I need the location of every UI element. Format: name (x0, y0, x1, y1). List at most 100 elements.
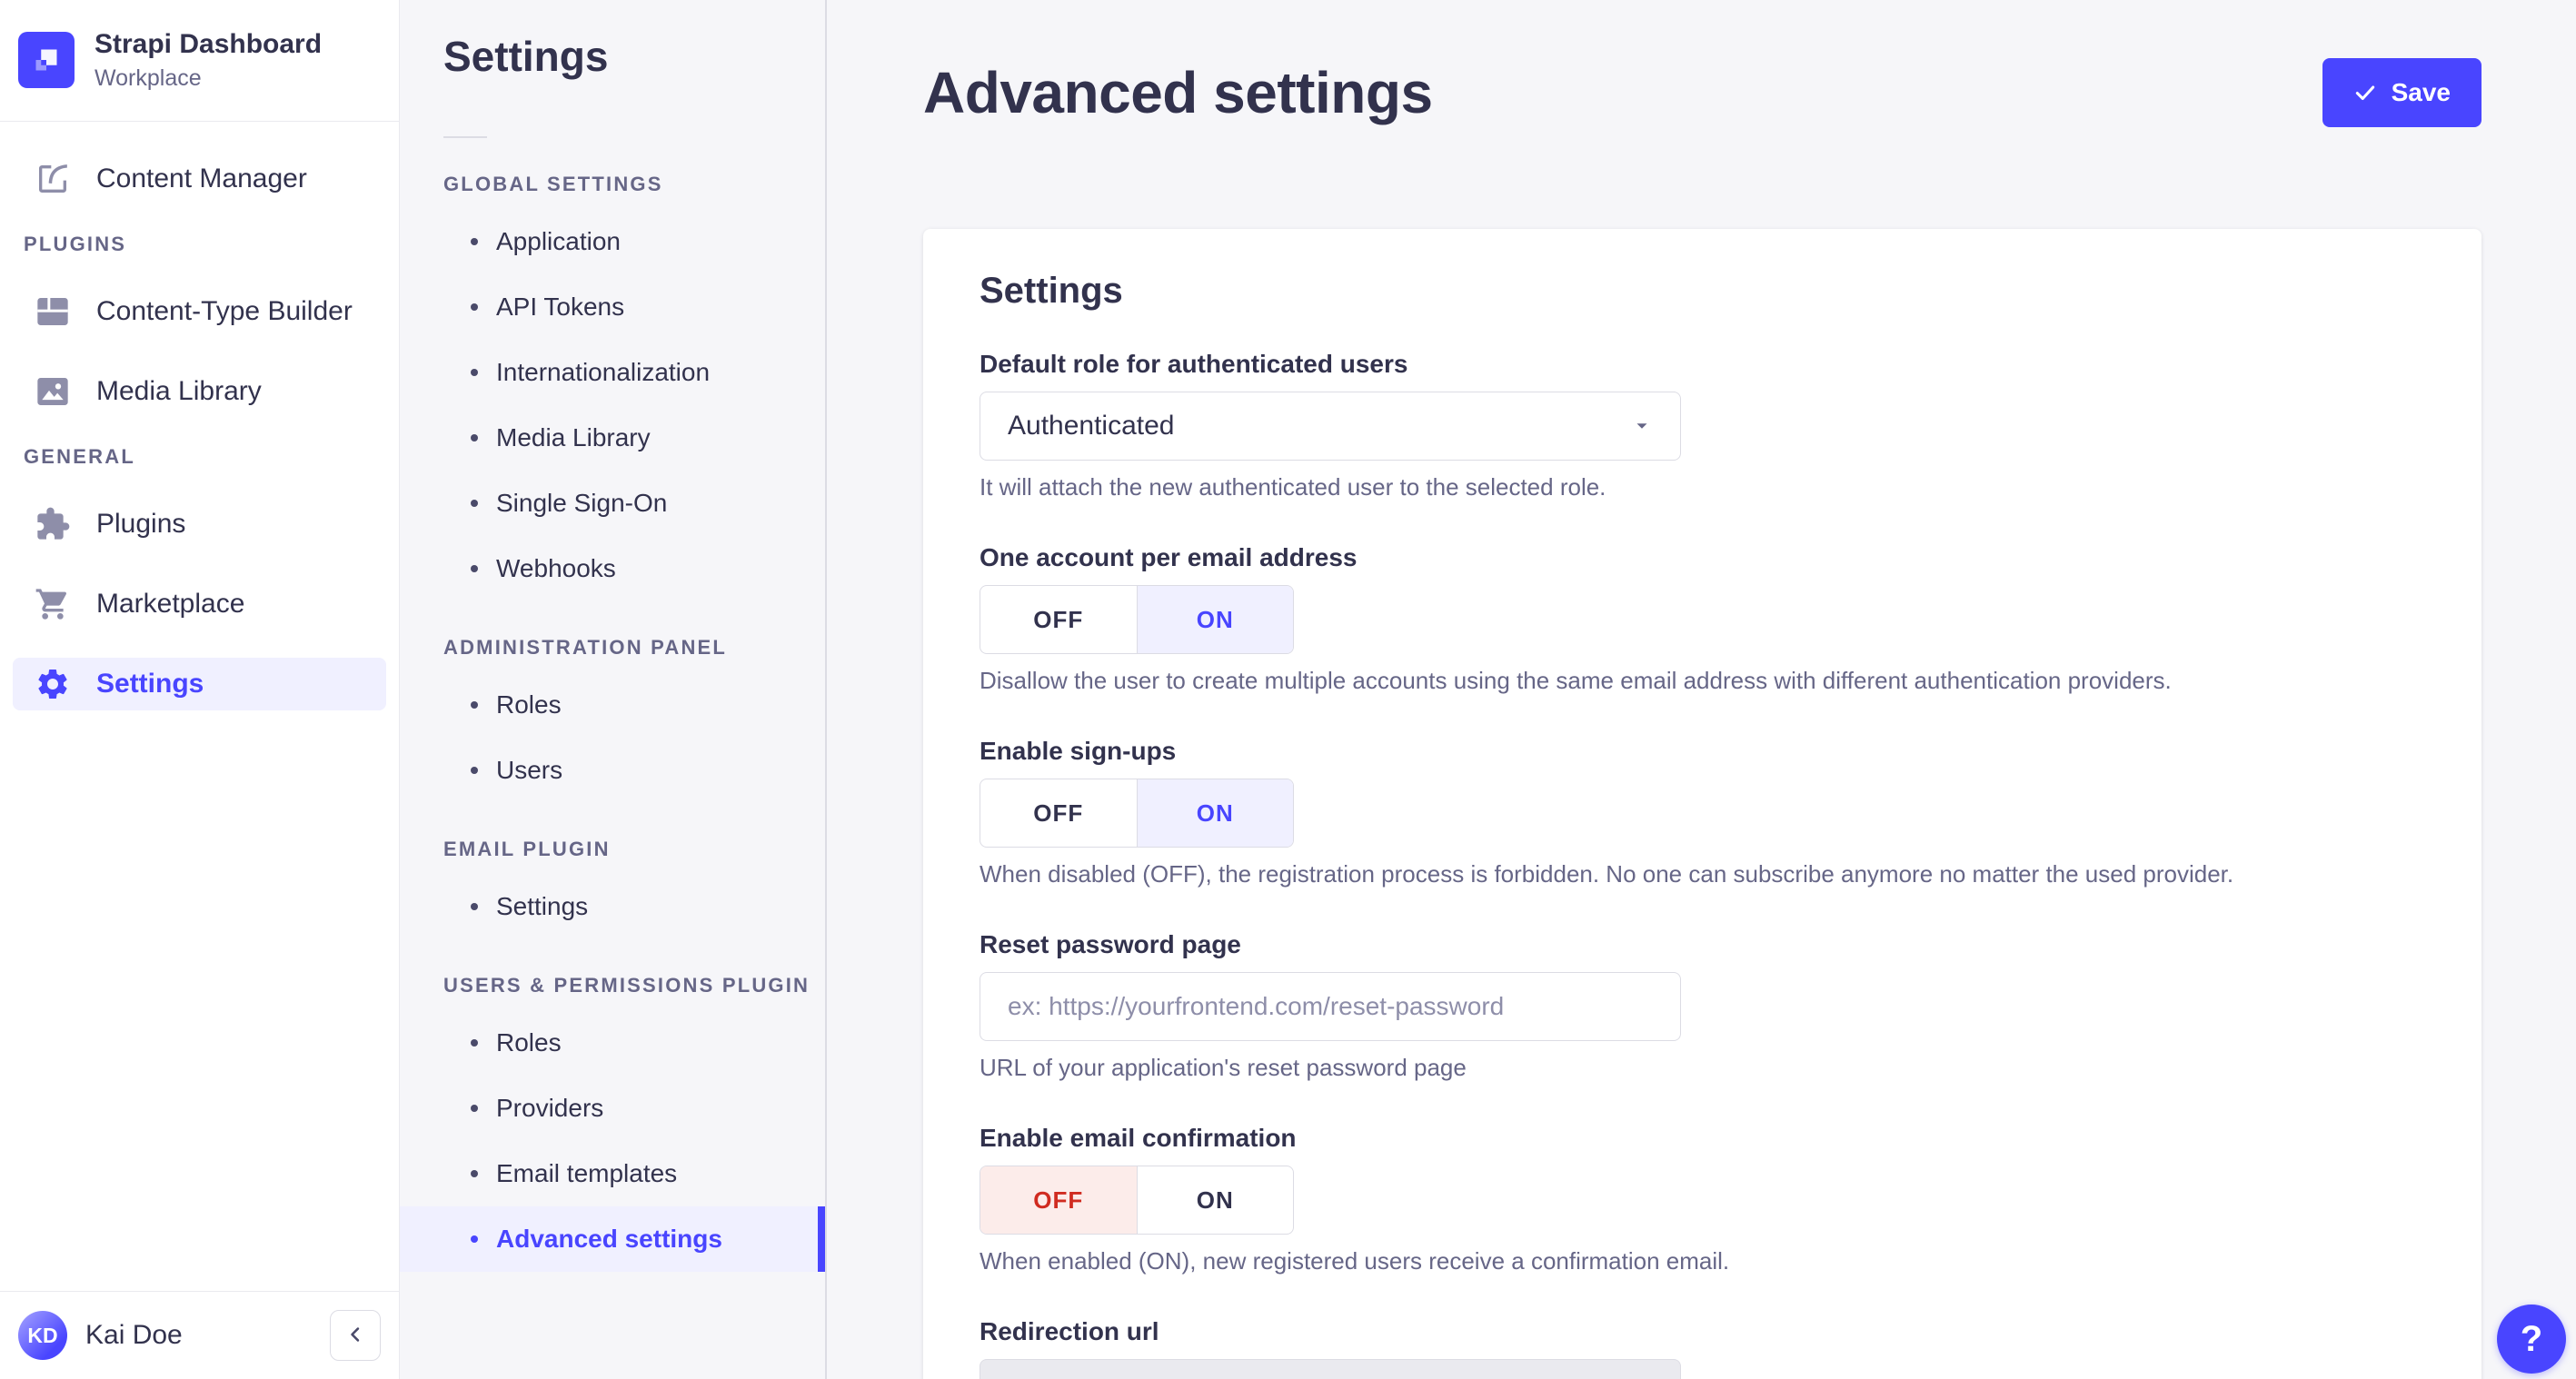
field-hint: It will attach the new authenticated use… (980, 473, 1606, 501)
subnav-item-admin-users[interactable]: Users (400, 738, 825, 803)
subnav-item-providers[interactable]: Providers (400, 1076, 825, 1141)
subnav-section-users-permissions-plugin: USERS & PERMISSIONS PLUGIN Roles Provide… (400, 974, 825, 1272)
workspace-brand[interactable]: Strapi Dashboard Workplace (0, 0, 399, 122)
field-enable-sign-ups: Enable sign-ups OFF ON When disabled (OF… (980, 737, 2425, 888)
field-label: Enable sign-ups (980, 737, 1177, 765)
field-email-confirmation: Enable email confirmation OFF ON When en… (980, 1124, 2425, 1275)
sidebar-item-content-manager[interactable]: Content Manager (13, 153, 386, 205)
layout-icon (35, 293, 71, 330)
subnav-item-label: Application (496, 227, 621, 255)
puzzle-icon (35, 506, 71, 542)
toggle-on-label: ON (1196, 1186, 1234, 1214)
reset-password-input[interactable] (980, 972, 1681, 1041)
toggle-off-label: OFF (1033, 605, 1084, 633)
main-content: Advanced settings Save Settings Default … (827, 0, 2576, 1379)
bullet-dot-icon (471, 434, 478, 441)
save-button[interactable]: Save (2322, 58, 2482, 127)
subnav-item-label: Roles (496, 690, 562, 719)
subnav-item-label: Email templates (496, 1159, 678, 1187)
collapse-sidebar-button[interactable] (330, 1310, 381, 1361)
help-button-label: ? (2520, 1318, 2543, 1359)
subnav-item-label: Providers (496, 1094, 604, 1122)
sidebar-nav: Content Manager PLUGINS Content-Type Bui… (0, 122, 399, 1292)
settings-subnav: Settings GLOBAL SETTINGS Application API… (400, 0, 827, 1379)
toggle-on-option[interactable]: ON (1136, 586, 1293, 653)
bullet-dot-icon (471, 500, 478, 507)
subnav-item-internationalization[interactable]: Internationalization (400, 340, 825, 405)
brand-subtitle: Workplace (94, 64, 202, 91)
field-redirection-url: Redirection url (980, 1317, 2425, 1379)
subnav-item-webhooks[interactable]: Webhooks (400, 536, 825, 601)
subnav-item-label: Advanced settings (496, 1225, 722, 1253)
toggle-on-option[interactable]: ON (1136, 1166, 1294, 1234)
subnav-item-media-library[interactable]: Media Library (400, 405, 825, 471)
user-menu[interactable]: KD Kai Doe (18, 1311, 183, 1360)
subnav-section-title: GLOBAL SETTINGS (443, 173, 663, 195)
subnav-item-label: Settings (496, 892, 589, 920)
subnav-item-api-tokens[interactable]: API Tokens (400, 274, 825, 340)
sidebar-item-label: Media Library (96, 375, 262, 406)
default-role-select[interactable]: Authenticated (980, 392, 1681, 461)
bullet-dot-icon (471, 1235, 478, 1243)
brand-text: Strapi Dashboard Workplace (94, 29, 322, 92)
cart-icon (35, 586, 71, 622)
subnav-item-up-roles[interactable]: Roles (400, 1010, 825, 1076)
field-hint: Disallow the user to create multiple acc… (980, 667, 2172, 694)
subnav-title: Settings (443, 33, 609, 80)
save-button-label: Save (2391, 78, 2451, 106)
page-header: Advanced settings Save (923, 0, 2482, 127)
toggle-off-label: OFF (1033, 799, 1084, 827)
app-root: Strapi Dashboard Workplace Content Manag… (0, 0, 2576, 1379)
bullet-dot-icon (471, 238, 478, 245)
sidebar-item-plugins[interactable]: Plugins (13, 498, 386, 551)
field-label: Default role for authenticated users (980, 350, 1408, 378)
field-label: Enable email confirmation (980, 1124, 1297, 1152)
sidebar-item-content-type-builder[interactable]: Content-Type Builder (13, 285, 386, 338)
select-value: Authenticated (1008, 411, 1175, 441)
sidebar-item-media-library[interactable]: Media Library (13, 365, 386, 418)
toggle-on-option[interactable]: ON (1136, 779, 1293, 847)
toggle-on-label: ON (1196, 605, 1234, 633)
sidebar-item-label: Plugins (96, 508, 186, 539)
strapi-logo-icon (18, 32, 75, 89)
sidebar-section-plugins: PLUGINS Content-Type Builder Media Libra… (0, 233, 399, 418)
subnav-divider (443, 136, 487, 138)
page-title: Advanced settings (923, 60, 1433, 125)
subnav-section-administration-panel: ADMINISTRATION PANEL Roles Users (400, 636, 825, 803)
subnav-item-label: API Tokens (496, 293, 625, 321)
subnav-item-application[interactable]: Application (400, 209, 825, 274)
check-icon (2353, 81, 2377, 104)
subnav-item-advanced-settings[interactable]: Advanced settings (400, 1206, 825, 1272)
pen-icon (35, 161, 71, 197)
sidebar-item-label: Settings (96, 668, 204, 699)
subnav-item-email-settings[interactable]: Settings (400, 874, 825, 939)
image-icon (35, 373, 71, 410)
sidebar-section-title: PLUGINS (24, 232, 127, 255)
help-button[interactable]: ? (2497, 1305, 2566, 1374)
bullet-dot-icon (471, 369, 478, 376)
subnav-item-single-sign-on[interactable]: Single Sign-On (400, 471, 825, 536)
gear-icon (35, 666, 71, 702)
toggle-off-option[interactable]: OFF (980, 1166, 1137, 1234)
toggle-on-label: ON (1196, 799, 1234, 827)
one-account-toggle: OFF ON (980, 585, 1294, 654)
field-label: Redirection url (980, 1317, 1159, 1345)
sign-ups-toggle: OFF ON (980, 779, 1294, 848)
sidebar-item-settings[interactable]: Settings (13, 657, 386, 710)
subnav-item-label: Roles (496, 1028, 562, 1057)
sidebar-section-title: GENERAL (24, 444, 135, 468)
email-confirmation-toggle: OFF ON (980, 1166, 1294, 1235)
subnav-item-email-templates[interactable]: Email templates (400, 1141, 825, 1206)
redirection-url-input (980, 1359, 1681, 1379)
field-reset-password: Reset password page URL of your applicat… (980, 930, 2425, 1082)
bullet-dot-icon (471, 767, 478, 774)
sidebar-item-marketplace[interactable]: Marketplace (13, 578, 386, 630)
subnav-section-title: ADMINISTRATION PANEL (443, 636, 728, 659)
toggle-off-option[interactable]: OFF (980, 779, 1137, 847)
subnav-item-admin-roles[interactable]: Roles (400, 672, 825, 738)
bullet-dot-icon (471, 701, 478, 709)
bullet-dot-icon (471, 903, 478, 910)
bullet-dot-icon (471, 1170, 478, 1177)
toggle-off-option[interactable]: OFF (980, 586, 1137, 653)
bullet-dot-icon (471, 565, 478, 572)
